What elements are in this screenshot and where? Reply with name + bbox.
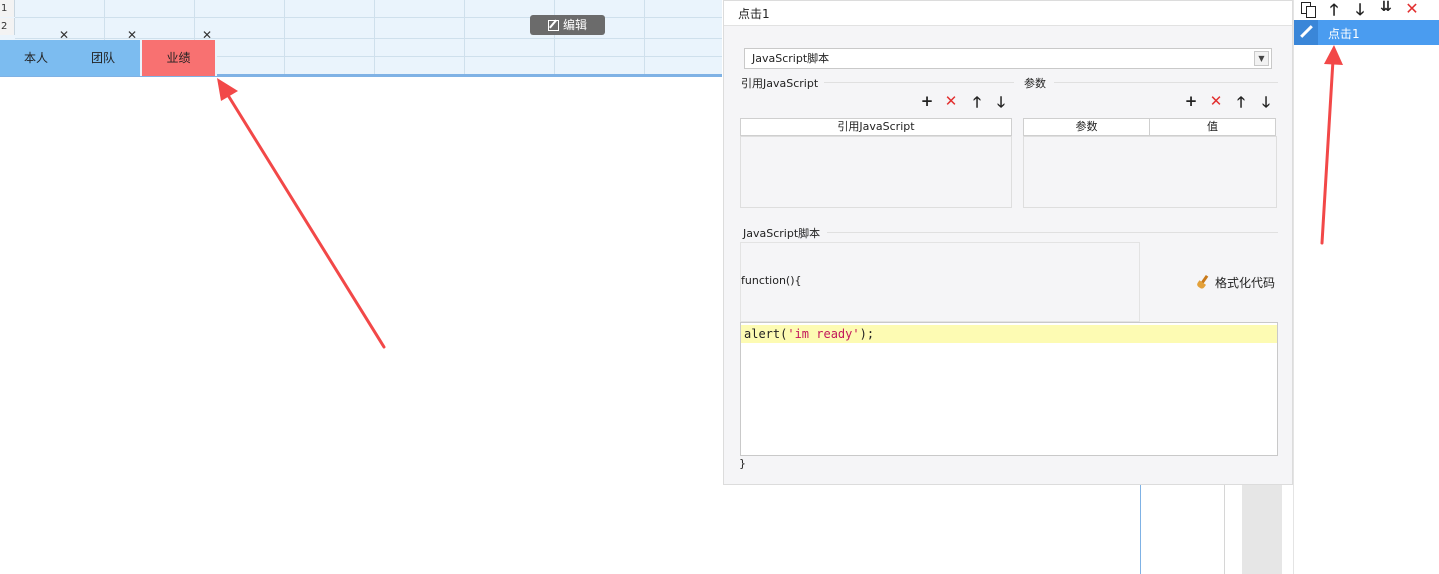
annotation-arrow bbox=[1320, 45, 1343, 245]
annotation-overlay bbox=[217, 45, 1343, 349]
annotation-arrow bbox=[217, 78, 386, 349]
